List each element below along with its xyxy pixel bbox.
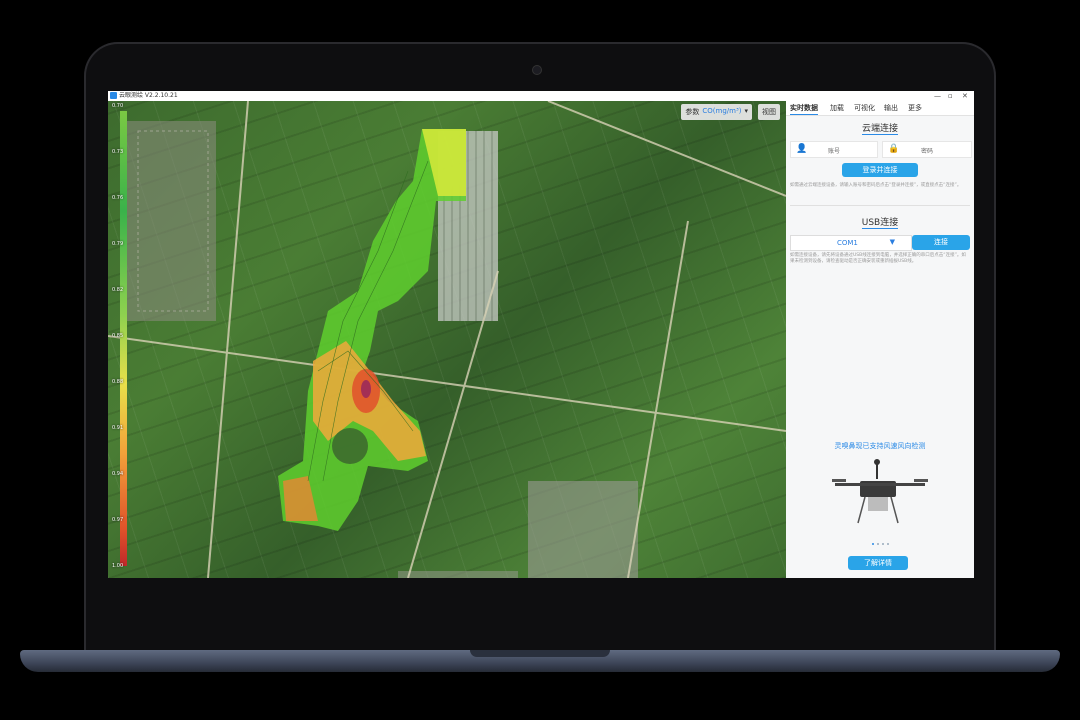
learn-more-button[interactable]: 了解详情: [848, 556, 908, 570]
colorbar-tick: 0.73: [112, 149, 124, 155]
side-panel: 实时数据 加载 可视化 输出 更多 云端连接 👤 账号 🔒 密码 登录并连接 如…: [786, 101, 974, 578]
colorbar-tick: 0.94: [112, 471, 124, 477]
maximize-button[interactable]: ▫: [948, 91, 953, 101]
drone-image: [832, 459, 928, 524]
concentration-overlay: [278, 129, 466, 531]
colorbar-tick: 0.76: [112, 195, 124, 201]
cloud-title-text: 云端连接: [861, 124, 898, 135]
camera-icon: [532, 65, 542, 75]
usb-note: 如需连接设备，请先将设备通过USB线连接到电脑，并选择正确的串口后点击“连接”。…: [790, 253, 966, 264]
laptop-notch: [470, 650, 610, 657]
parameter-select[interactable]: 参数 CO(mg/m³) ▾: [681, 104, 752, 120]
promo-text: 灵嗅鼻现已支持风速风向检测: [834, 442, 926, 450]
cloud-section-title: 云端连接: [786, 121, 974, 135]
parameter-label: 参数: [685, 108, 700, 116]
cloud-note: 如需通过云端连接设备，请输入账号和密码后点击“登录并连接”，或直接点击“连接”。: [790, 183, 962, 188]
com-port-select[interactable]: COM1 ▼: [790, 235, 912, 251]
close-button[interactable]: ✕: [962, 91, 968, 101]
colorbar-tick: 0.79: [112, 241, 124, 247]
com-port-value: COM1: [837, 239, 858, 247]
concentration-colorbar: 0.70 0.73 0.76 0.79 0.82 0.85 0.88 0.91 …: [112, 103, 134, 573]
carousel-dots[interactable]: [872, 543, 889, 545]
login-connect-button[interactable]: 登录并连接: [842, 163, 918, 177]
chevron-down-icon: ▼: [889, 238, 895, 246]
window-controls: — ▫ ✕: [786, 91, 974, 101]
window-title: 云眼测绘 V2.2.10.21: [119, 92, 178, 99]
map-toolbar: 参数 CO(mg/m³) ▾ 视图: [681, 104, 780, 120]
view-button[interactable]: 视图: [758, 104, 780, 120]
account-field[interactable]: 👤 账号: [790, 141, 878, 158]
app-logo-icon: [110, 92, 117, 99]
colorbar-tick: 0.91: [112, 425, 124, 431]
section-divider: [790, 205, 970, 206]
usb-title-text: USB连接: [861, 218, 899, 229]
colorbar-tick: 1.00: [112, 563, 124, 569]
tab-output[interactable]: 输出: [884, 103, 898, 113]
colorbar-tick: 0.88: [112, 379, 124, 385]
parameter-value: CO(mg/m³): [702, 107, 742, 115]
password-placeholder: 密码: [920, 148, 933, 155]
satellite-map[interactable]: 0.70 0.73 0.76 0.79 0.82 0.85 0.88 0.91 …: [108, 101, 786, 578]
colorbar-tick: 0.70: [112, 103, 124, 109]
tab-more[interactable]: 更多: [908, 103, 922, 113]
tab-visualize[interactable]: 可视化: [854, 103, 875, 113]
minimize-button[interactable]: —: [934, 91, 941, 101]
usb-section-title: USB连接: [786, 215, 974, 229]
panel-tabs: 实时数据 加载 可视化 输出 更多: [786, 101, 974, 116]
tab-realtime[interactable]: 实时数据: [790, 103, 818, 115]
account-placeholder: 账号: [827, 148, 840, 155]
title-bar: 云眼测绘 V2.2.10.21: [108, 91, 786, 101]
colorbar-tick: 0.97: [112, 517, 124, 523]
password-field[interactable]: 🔒 密码: [882, 141, 972, 158]
chevron-down-icon: ▾: [744, 107, 748, 115]
app-window: 云眼测绘 V2.2.10.21 — ▫ ✕ 0.70 0.73 0.76 0.7…: [108, 91, 974, 578]
colorbar-tick: 0.82: [112, 287, 124, 293]
usb-connect-button[interactable]: 连接: [912, 235, 970, 250]
map-imagery: [108, 101, 786, 578]
colorbar-tick: 0.85: [112, 333, 124, 339]
tab-load[interactable]: 加载: [830, 103, 844, 113]
